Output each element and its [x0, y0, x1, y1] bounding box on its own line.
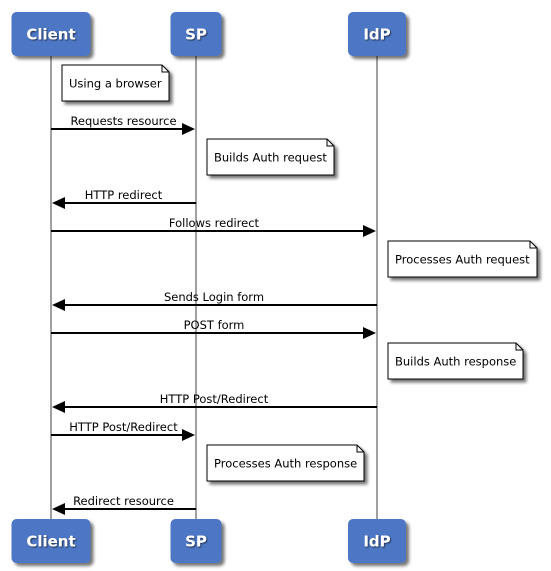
message-label: HTTP Post/Redirect — [160, 392, 269, 406]
arrowhead-icon — [52, 299, 65, 311]
message-label: Redirect resource — [73, 494, 174, 508]
actor-idp-bottom: IdP — [348, 519, 406, 563]
actor-label: IdP — [363, 26, 390, 44]
actor-client-bottom: Client — [11, 519, 91, 563]
note-text: Builds Auth response — [395, 355, 516, 369]
actor-label: Client — [26, 533, 75, 551]
note-8: Builds Auth response — [387, 342, 524, 380]
arrowhead-icon — [182, 123, 195, 135]
arrowhead-icon — [52, 503, 65, 515]
message-label: HTTP redirect — [85, 188, 163, 202]
message-label: Follows redirect — [169, 216, 260, 230]
actor-label: SP — [185, 26, 207, 44]
message-4: Follows redirect — [51, 216, 376, 237]
note-2: Builds Auth request — [206, 138, 335, 176]
message-10: HTTP Post/Redirect — [51, 420, 195, 441]
message-label: POST form — [184, 318, 245, 332]
message-1: Requests resource — [51, 114, 195, 135]
actor-label: SP — [185, 533, 207, 551]
arrowhead-icon — [52, 197, 65, 209]
note-text: Processes Auth response — [214, 457, 357, 471]
actor-sp-bottom: SP — [170, 519, 222, 563]
message-3: HTTP redirect — [52, 188, 196, 209]
sequence-diagram: Requests resource HTTP redirect Follows re… — [11, 12, 538, 563]
actor-client-top: Client — [11, 12, 91, 56]
message-6: Sends Login form — [52, 290, 377, 311]
message-9: HTTP Post/Redirect — [52, 392, 377, 413]
note-text: Processes Auth request — [395, 253, 530, 267]
actor-label: Client — [26, 26, 75, 44]
message-label: HTTP Post/Redirect — [69, 420, 178, 434]
arrowhead-icon — [363, 225, 376, 237]
arrowhead-icon — [182, 429, 195, 441]
actor-idp-top: IdP — [348, 12, 406, 56]
arrowhead-icon — [363, 327, 376, 339]
note-11: Processes Auth response — [206, 444, 365, 482]
note-text: Using a browser — [69, 77, 162, 91]
actor-sp-top: SP — [170, 12, 222, 56]
message-label: Sends Login form — [164, 290, 264, 304]
note-0: Using a browser — [61, 64, 170, 102]
note-text: Builds Auth request — [214, 151, 327, 165]
note-5: Processes Auth request — [387, 240, 538, 278]
actor-label: IdP — [363, 533, 390, 551]
message-12: Redirect resource — [52, 494, 196, 515]
message-label: Requests resource — [70, 114, 176, 128]
message-7: POST form — [51, 318, 376, 339]
arrowhead-icon — [52, 401, 65, 413]
